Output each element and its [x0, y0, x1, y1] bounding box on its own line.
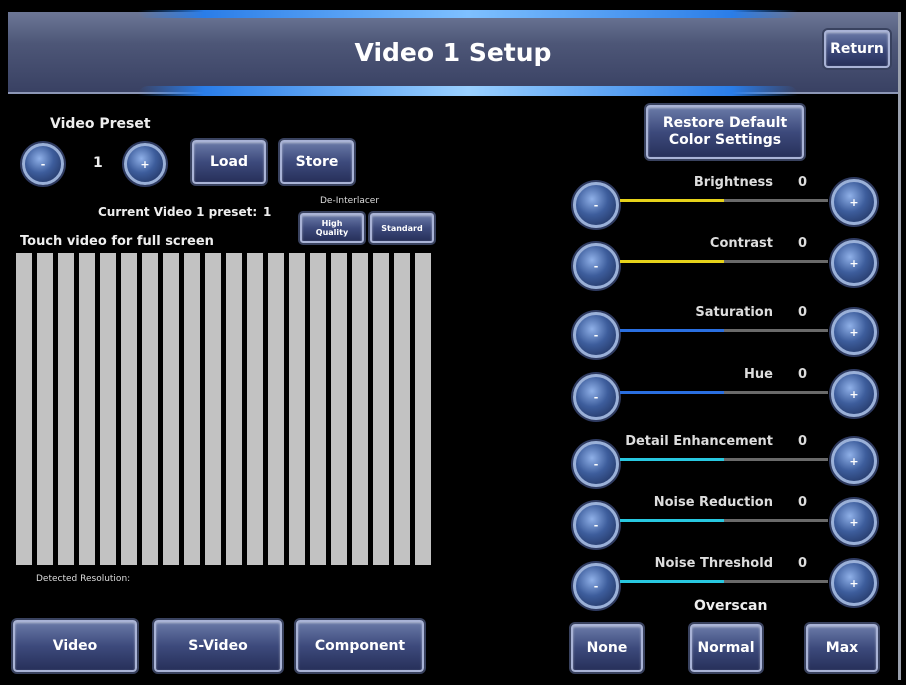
overscan-max-button[interactable]: Max [806, 624, 878, 672]
video-input-button[interactable]: Video [13, 620, 137, 672]
video-stripe [310, 253, 326, 565]
load-button[interactable]: Load [192, 140, 266, 184]
video-stripe [268, 253, 284, 565]
noise-threshold-slider-fill [620, 580, 724, 583]
noise-threshold-slider[interactable] [620, 580, 828, 583]
high-quality-button[interactable]: High Quality [300, 213, 364, 243]
video-stripe [247, 253, 263, 565]
contrast-minus-button[interactable]: - [573, 243, 619, 289]
detail-enhancement-slider-fill [620, 458, 724, 461]
overscan-heading: Overscan [694, 598, 768, 614]
svideo-input-button[interactable]: S-Video [154, 620, 282, 672]
video-stripe [163, 253, 179, 565]
saturation-label: Saturation [695, 305, 773, 320]
brightness-label: Brightness [693, 175, 773, 190]
noise-threshold-minus-button[interactable]: - [573, 563, 619, 609]
video-stripe [394, 253, 410, 565]
hue-plus-button[interactable]: + [831, 371, 877, 417]
detail-enhancement-slider[interactable] [620, 458, 828, 461]
noise-reduction-label: Noise Reduction [653, 495, 773, 510]
video-preset-heading: Video Preset [50, 116, 151, 132]
detected-resolution-label: Detected Resolution: [36, 574, 131, 584]
brightness-slider-fill [620, 199, 724, 202]
touch-video-label: Touch video for full screen [20, 234, 214, 249]
store-button[interactable]: Store [280, 140, 354, 184]
hue-value: 0 [798, 367, 808, 382]
noise-reduction-value: 0 [798, 495, 808, 510]
saturation-value: 0 [798, 305, 808, 320]
video-stripe [58, 253, 74, 565]
video-stripe [184, 253, 200, 565]
current-preset-value: 1 [263, 205, 272, 219]
hue-label: Hue [744, 367, 773, 382]
contrast-value: 0 [798, 236, 808, 251]
video-stripe [226, 253, 242, 565]
noise-reduction-slider[interactable] [620, 519, 828, 522]
standard-button[interactable]: Standard [370, 213, 434, 243]
brightness-minus-button[interactable]: - [573, 182, 619, 228]
brightness-value: 0 [798, 175, 808, 190]
overscan-normal-button[interactable]: Normal [690, 624, 762, 672]
return-button[interactable]: Return [824, 30, 890, 68]
video-stripe [100, 253, 116, 565]
brightness-slider[interactable] [620, 199, 828, 202]
saturation-slider[interactable] [620, 329, 828, 332]
detail-enhancement-minus-button[interactable]: - [573, 441, 619, 487]
preset-plus-button[interactable]: + [124, 143, 166, 185]
detail-enhancement-value: 0 [798, 434, 808, 449]
contrast-plus-button[interactable]: + [831, 240, 877, 286]
hue-minus-button[interactable]: - [573, 374, 619, 420]
saturation-slider-fill [620, 329, 724, 332]
detail-enhancement-label: Detail Enhancement [625, 434, 773, 449]
saturation-minus-button[interactable]: - [573, 312, 619, 358]
page-title: Video 1 Setup [354, 38, 552, 67]
noise-reduction-minus-button[interactable]: - [573, 502, 619, 548]
noise-reduction-plus-button[interactable]: + [831, 499, 877, 545]
restore-defaults-button[interactable]: Restore Default Color Settings [646, 105, 804, 159]
component-input-button[interactable]: Component [296, 620, 424, 672]
hue-slider[interactable] [620, 391, 828, 394]
video-stripe [205, 253, 221, 565]
video-stripe [37, 253, 53, 565]
header-glow-top [138, 10, 798, 18]
video-stripe [415, 253, 431, 565]
detail-enhancement-plus-button[interactable]: + [831, 438, 877, 484]
preset-minus-button[interactable]: - [22, 143, 64, 185]
video-stripe [289, 253, 305, 565]
current-preset-label: Current Video 1 preset: [98, 205, 258, 219]
video-stripe [373, 253, 389, 565]
brightness-plus-button[interactable]: + [831, 179, 877, 225]
contrast-slider[interactable] [620, 260, 828, 263]
contrast-label: Contrast [709, 236, 773, 251]
deinterlacer-heading: De-Interlacer [320, 196, 380, 206]
preset-number: 1 [93, 155, 103, 171]
video-stripe [352, 253, 368, 565]
hue-slider-fill [620, 391, 724, 394]
contrast-slider-fill [620, 260, 724, 263]
video-preview[interactable] [13, 253, 433, 565]
video-stripe [16, 253, 32, 565]
video-stripe [142, 253, 158, 565]
noise-reduction-slider-fill [620, 519, 724, 522]
header-bar: Video 1 Setup [8, 10, 898, 96]
noise-threshold-label: Noise Threshold [654, 556, 773, 571]
video-stripe [79, 253, 95, 565]
header-glow-bottom [138, 86, 798, 96]
noise-threshold-plus-button[interactable]: + [831, 560, 877, 606]
noise-threshold-value: 0 [798, 556, 808, 571]
saturation-plus-button[interactable]: + [831, 309, 877, 355]
video-stripe [331, 253, 347, 565]
video-stripe [121, 253, 137, 565]
overscan-none-button[interactable]: None [571, 624, 643, 672]
